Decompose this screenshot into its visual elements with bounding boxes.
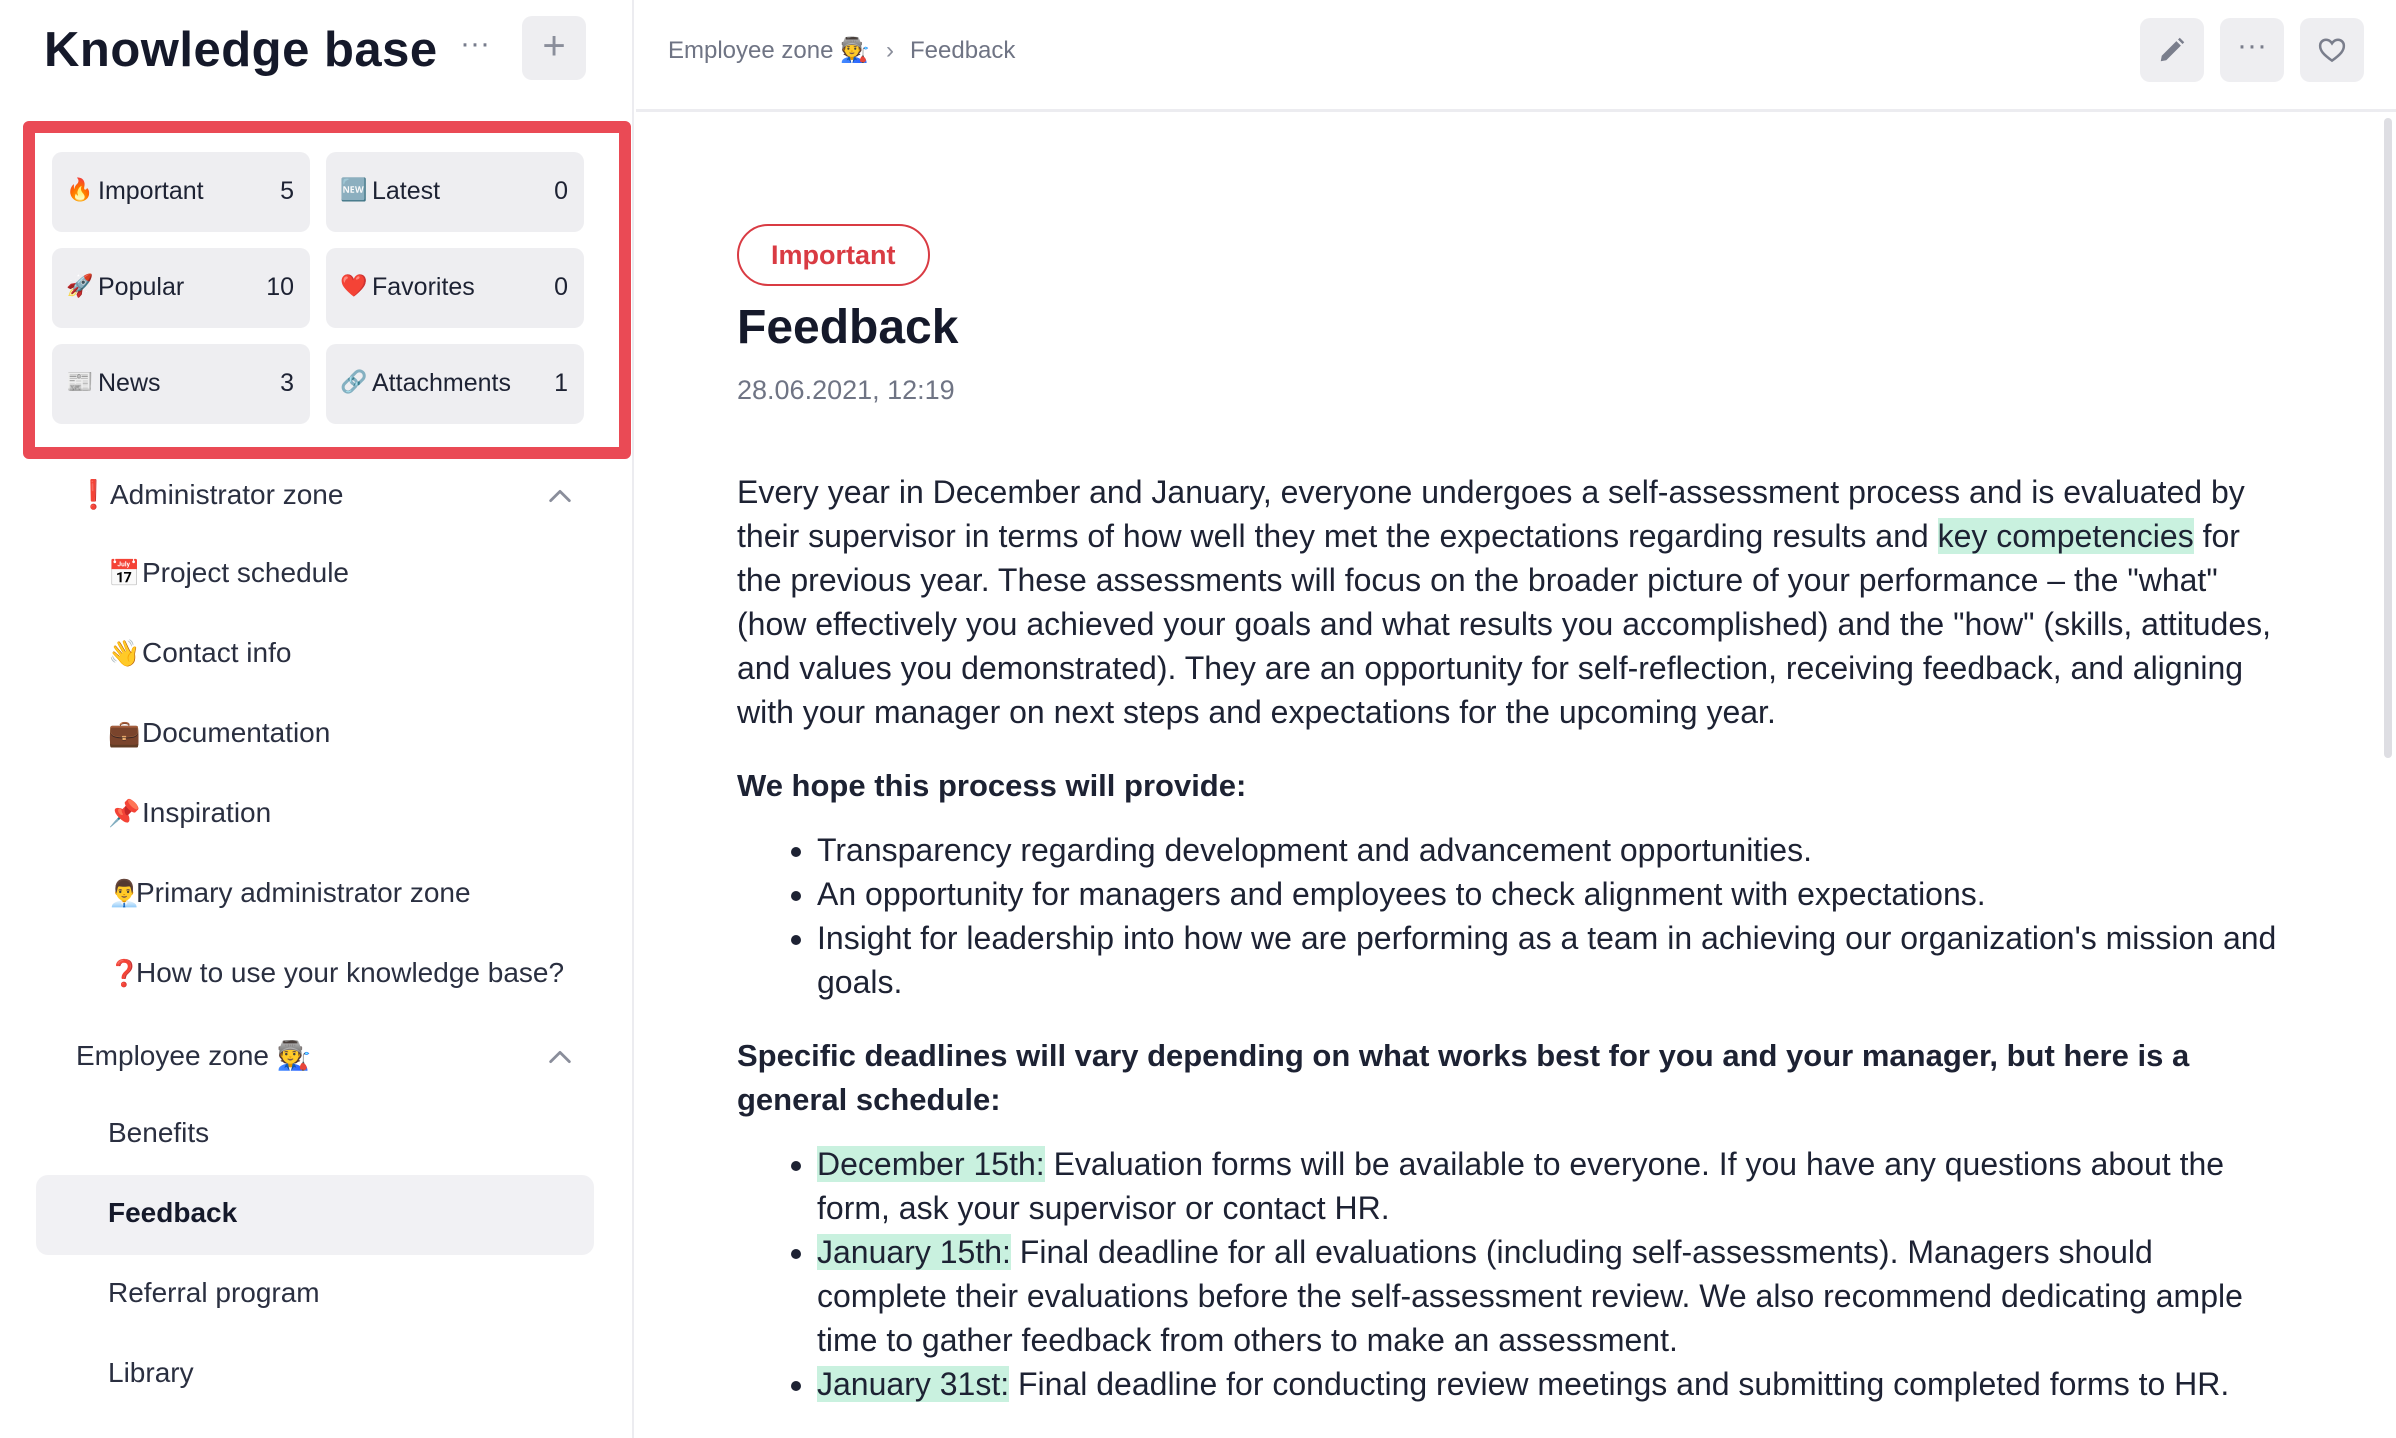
article-body: Every year in December and January, ever… xyxy=(737,470,2277,1406)
quick-link-important[interactable]: 🔥 Important 5 xyxy=(52,152,310,232)
sidebar: Knowledge base ··· + 🔥 Important 5 🆕 Lat… xyxy=(0,0,634,1438)
quick-link-count: 10 xyxy=(266,273,294,301)
question-mark-icon: ❓ xyxy=(108,958,141,988)
quick-link-count: 3 xyxy=(280,369,294,397)
category-badge[interactable]: Important xyxy=(737,224,930,286)
edit-button[interactable] xyxy=(2140,18,2204,82)
highlight-key-competencies: key competencies xyxy=(1937,518,2194,554)
quick-link-news[interactable]: 📰 News 3 xyxy=(52,344,310,424)
quick-link-favorites[interactable]: ❤️ Favorites 0 xyxy=(326,248,584,328)
chevron-up-icon[interactable] xyxy=(546,1043,574,1071)
link-icon: 🔗 xyxy=(340,369,368,394)
heart-outline-icon xyxy=(2318,38,2346,63)
quick-link-count: 5 xyxy=(280,177,294,205)
nav-item-inspiration[interactable]: 📌Inspiration xyxy=(36,775,594,855)
office-worker-icon: 👨‍💼 xyxy=(108,878,141,908)
intro-paragraph: Every year in December and January, ever… xyxy=(737,474,2272,730)
briefcase-icon: 💼 xyxy=(108,718,141,748)
nav-item-label: Primary administrator zone xyxy=(136,877,471,908)
quick-link-attachments[interactable]: 🔗 Attachments 1 xyxy=(326,344,584,424)
quick-link-label: Important xyxy=(98,177,204,205)
quick-link-label: Favorites xyxy=(372,273,475,301)
favorite-button[interactable] xyxy=(2300,18,2364,82)
calendar-icon: 📅 xyxy=(108,558,141,588)
nav-item-label: Library xyxy=(108,1357,194,1388)
heart-icon: ❤️ xyxy=(340,273,368,298)
topbar: Employee zone 🧑‍🏭 › Feedback ··· xyxy=(636,0,2396,112)
list-item: January 31st: Final deadline for conduct… xyxy=(817,1362,2277,1406)
list-item: Transparency regarding development and a… xyxy=(817,828,2277,872)
nav-item-label: Contact info xyxy=(142,637,292,668)
section-heading: Specific deadlines will vary depending o… xyxy=(737,1038,2190,1117)
sidebar-title: Knowledge base xyxy=(44,23,438,77)
quick-link-popular[interactable]: 🚀 Popular 10 xyxy=(52,248,310,328)
nav-item-label: Referral program xyxy=(108,1277,320,1308)
fire-icon: 🔥 xyxy=(66,177,94,202)
quick-link-count: 0 xyxy=(554,177,568,205)
pushpin-icon: 📌 xyxy=(108,798,141,828)
nav-item-label: How to use your knowledge base? xyxy=(136,957,565,988)
rocket-icon: 🚀 xyxy=(66,273,94,298)
pencil-icon xyxy=(2160,37,2185,62)
nav-item-feedback[interactable]: Feedback xyxy=(36,1175,594,1255)
list-item: December 15th: Evaluation forms will be … xyxy=(817,1142,2277,1230)
quick-link-label: Popular xyxy=(98,273,185,301)
nav-item-contact-info[interactable]: 👋Contact info xyxy=(36,615,594,695)
nav-item-label: Project schedule xyxy=(142,557,350,588)
schedule-date: December 15th: xyxy=(817,1146,1045,1182)
section-label: Administrator zone xyxy=(110,479,344,510)
breadcrumb-feedback[interactable]: Feedback xyxy=(910,37,1015,65)
nav-item-how-to-use[interactable]: ❓How to use your knowledge base? xyxy=(36,935,594,1015)
quick-link-latest[interactable]: 🆕 Latest 0 xyxy=(326,152,584,232)
article: Important Feedback 28.06.2021, 12:19 Eve… xyxy=(737,224,2277,1406)
nav-item-label: Feedback xyxy=(108,1197,238,1228)
section-administrator-zone[interactable]: ❗Administrator zone xyxy=(76,478,343,511)
quick-link-label: Latest xyxy=(372,177,441,205)
schedule-list: December 15th: Evaluation forms will be … xyxy=(737,1142,2277,1406)
nav-item-primary-administrator-zone[interactable]: 👨‍💼Primary administrator zone xyxy=(36,855,594,935)
schedule-date: January 31st: xyxy=(817,1366,1010,1402)
breadcrumb: Employee zone 🧑‍🏭 › Feedback xyxy=(668,36,1015,65)
more-options-icon: ··· xyxy=(2237,29,2267,62)
list-item: January 15th: Final deadline for all eva… xyxy=(817,1230,2277,1362)
nav-item-label: Inspiration xyxy=(142,797,272,828)
quick-link-label: Attachments xyxy=(372,369,511,397)
nav-item-label: Benefits xyxy=(108,1117,210,1148)
newspaper-icon: 📰 xyxy=(66,369,94,394)
scrollbar[interactable] xyxy=(2384,118,2392,758)
exclamation-icon: ❗ xyxy=(76,479,111,510)
quick-links-highlight: 🔥 Important 5 🆕 Latest 0 🚀 Popular 10 ❤️… xyxy=(23,121,631,459)
breadcrumb-employee-zone[interactable]: Employee zone 🧑‍🏭 xyxy=(668,36,870,65)
nav-item-label: Documentation xyxy=(142,717,331,748)
section-employee-zone[interactable]: Employee zone 🧑‍🏭 xyxy=(76,1039,312,1072)
benefits-list: Transparency regarding development and a… xyxy=(737,828,2277,1004)
section-heading: We hope this process will provide: xyxy=(737,768,1247,803)
new-icon: 🆕 xyxy=(340,177,368,202)
schedule-date: January 15th: xyxy=(817,1234,1011,1270)
quick-link-count: 1 xyxy=(554,369,568,397)
article-date: 28.06.2021, 12:19 xyxy=(737,375,955,405)
nav-item-library[interactable]: Library xyxy=(36,1335,594,1415)
list-item: An opportunity for managers and employee… xyxy=(817,872,2277,916)
nav-item-benefits[interactable]: Benefits xyxy=(36,1095,594,1175)
add-button[interactable]: + xyxy=(522,16,586,80)
page-title: Feedback xyxy=(737,301,959,354)
list-item: Insight for leadership into how we are p… xyxy=(817,916,2277,1004)
nav-item-documentation[interactable]: 💼Documentation xyxy=(36,695,594,775)
quick-link-count: 0 xyxy=(554,273,568,301)
more-options-button[interactable]: ··· xyxy=(2220,18,2284,82)
nav-item-project-schedule[interactable]: 📅Project schedule xyxy=(36,535,594,615)
chevron-up-icon[interactable] xyxy=(546,482,574,510)
nav-item-referral-program[interactable]: Referral program xyxy=(36,1255,594,1335)
waving-hand-icon: 👋 xyxy=(108,638,141,668)
quick-link-label: News xyxy=(98,369,161,397)
breadcrumb-separator: › xyxy=(885,36,894,64)
more-options-icon[interactable]: ··· xyxy=(450,26,500,70)
